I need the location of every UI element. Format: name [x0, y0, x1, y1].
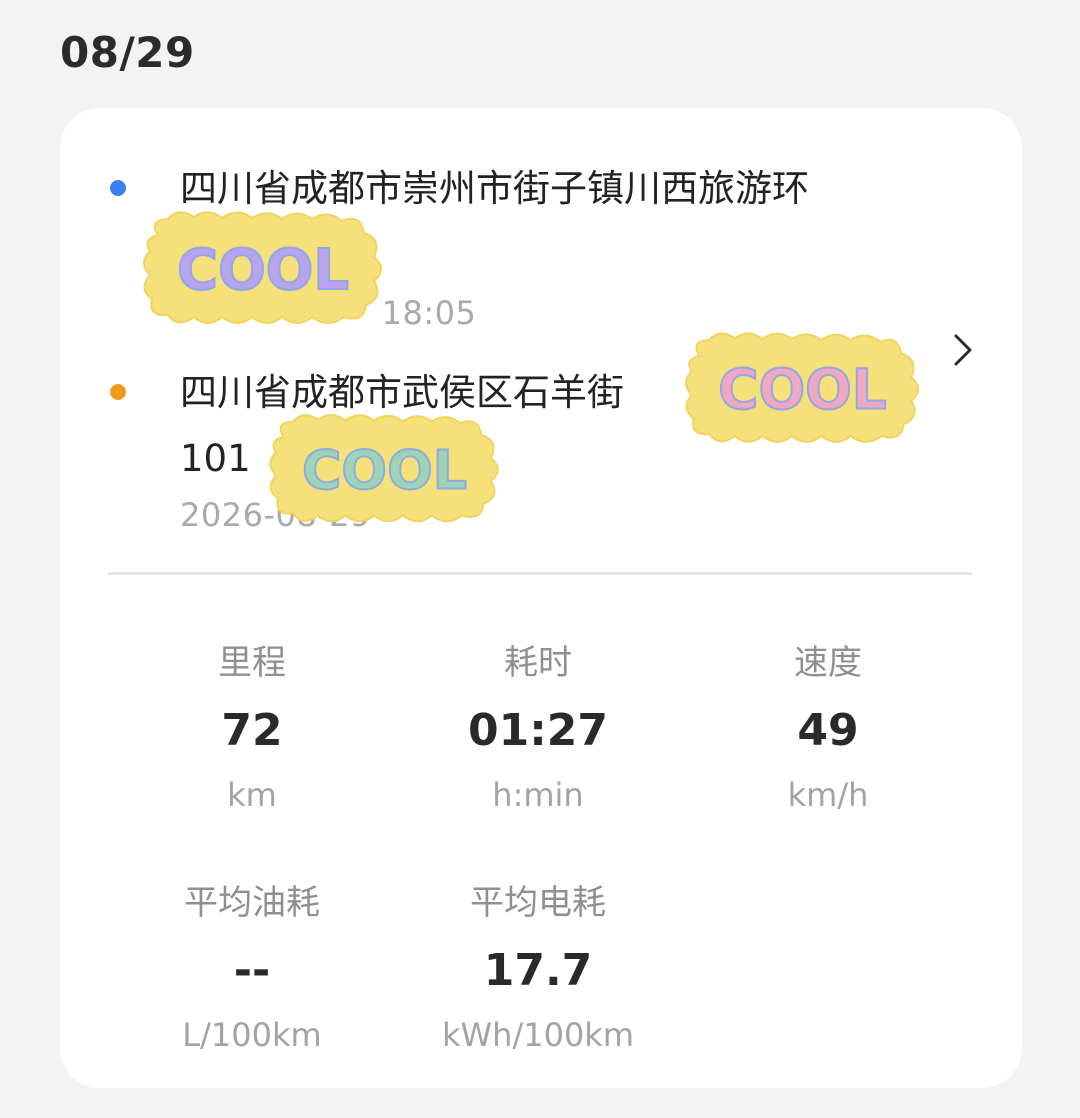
- stat-unit: L/100km: [182, 1016, 322, 1054]
- stat-energy: 平均电耗 17.7 kWh/100km: [418, 878, 658, 1060]
- end-address-line2: 101: [180, 437, 251, 480]
- stat-label: 里程: [218, 643, 286, 683]
- stat-unit: km: [227, 776, 277, 814]
- trip-card[interactable]: 四川省成都市崇州市街子镇川西旅游环 2026-08-29 18:05 四川省成都…: [60, 108, 1022, 1088]
- stat-value: 01:27: [467, 705, 609, 756]
- stat-label: 耗时: [504, 643, 572, 683]
- stat-value: --: [233, 945, 271, 996]
- route-end: 四川省成都市武侯区石羊街 101 2026-08-29: [60, 360, 920, 540]
- stat-speed: 速度 49 km/h: [708, 638, 948, 820]
- end-address-line1: 四川省成都市武侯区石羊街: [180, 371, 624, 414]
- start-dot-icon: [110, 180, 126, 196]
- stat-value: 72: [221, 705, 283, 756]
- stat-label: 平均油耗: [184, 883, 320, 923]
- stat-fuel: 平均油耗 -- L/100km: [132, 878, 372, 1060]
- stat-label: 速度: [794, 643, 862, 683]
- stat-value: 17.7: [483, 945, 593, 996]
- start-address: 四川省成都市崇州市街子镇川西旅游环: [180, 167, 809, 210]
- stat-distance: 里程 72 km: [132, 638, 372, 820]
- stat-unit: km/h: [787, 776, 869, 814]
- stat-unit: kWh/100km: [441, 1016, 634, 1054]
- start-time: 2026-08-29 18:05: [381, 294, 477, 332]
- route-start: 四川省成都市崇州市街子镇川西旅游环 2026-08-29 18:05: [60, 156, 920, 336]
- end-address: 四川省成都市武侯区石羊街 101: [180, 360, 920, 492]
- end-dot-icon: [110, 384, 126, 400]
- divider: [108, 572, 972, 575]
- stat-value: 49: [797, 705, 859, 756]
- date-header: 08/29: [60, 28, 195, 77]
- stat-unit: h:min: [492, 776, 584, 814]
- stat-duration: 耗时 01:27 h:min: [418, 638, 658, 820]
- stat-label: 平均电耗: [470, 883, 606, 923]
- end-time: 2026-08-29: [180, 496, 371, 534]
- chevron-right-icon[interactable]: [948, 330, 978, 370]
